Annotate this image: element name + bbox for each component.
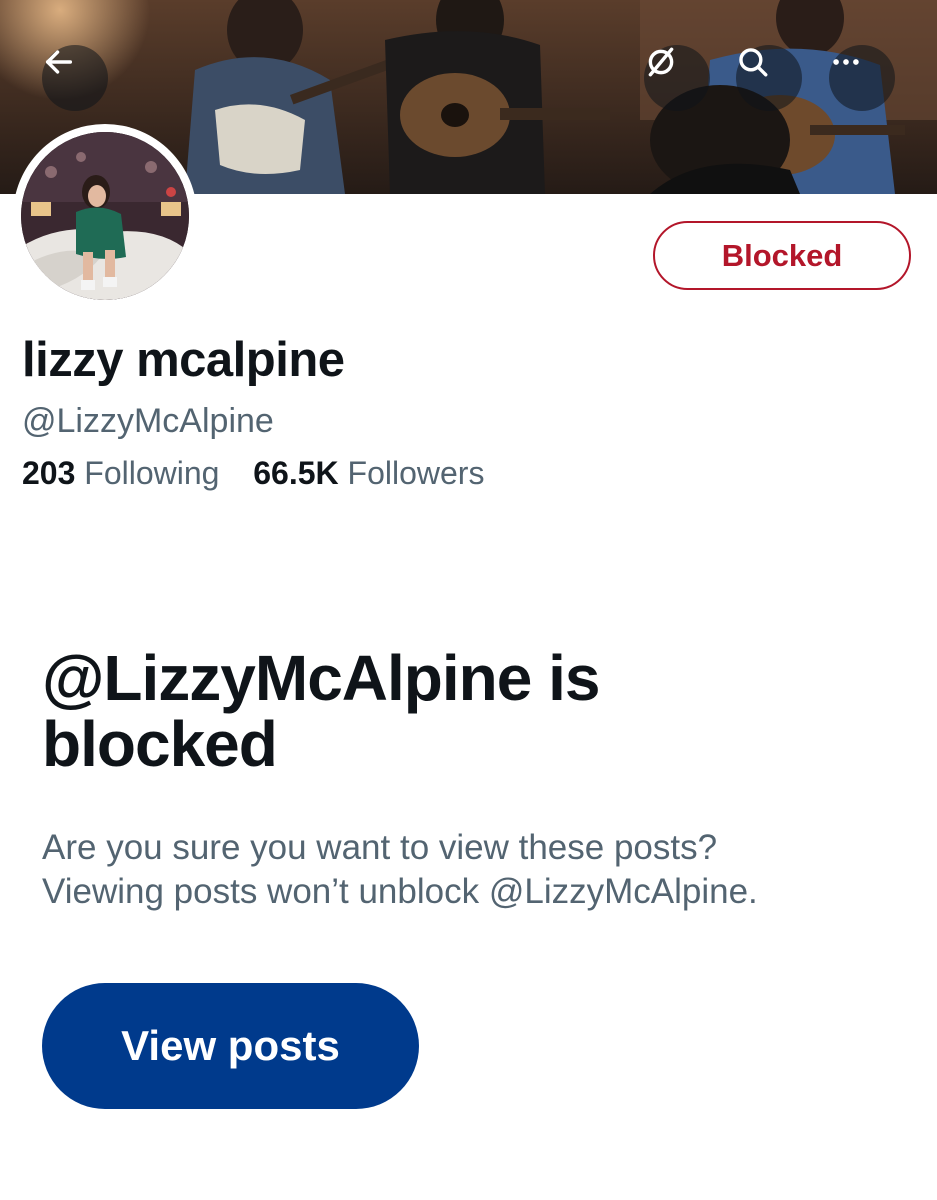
search-button[interactable] — [736, 45, 802, 111]
view-posts-button[interactable]: View posts — [42, 983, 419, 1109]
display-name: lizzy mcalpine — [22, 333, 345, 387]
profile-stats: 203 Following 66.5K Followers — [22, 455, 484, 492]
followers-count: 66.5K — [253, 455, 339, 491]
blocked-description-line-1: Are you sure you want to view these post… — [42, 828, 718, 867]
blocked-title-line-1: @LizzyMcAlpine is — [42, 642, 601, 714]
following-link[interactable]: 203 Following — [22, 455, 228, 491]
following-count: 203 — [22, 455, 76, 491]
blocked-description-line-2: Viewing posts won’t unblock @LizzyMcAlpi… — [42, 872, 758, 911]
blocked-title: @LizzyMcAlpine is blocked — [42, 645, 902, 777]
following-label: Following — [84, 455, 220, 491]
translate-button[interactable] — [644, 45, 710, 111]
user-handle: @LizzyMcAlpine — [22, 402, 274, 440]
more-button[interactable] — [829, 45, 895, 111]
back-button[interactable] — [42, 45, 108, 111]
avatar-frame[interactable] — [13, 124, 197, 308]
blocked-button[interactable]: Blocked — [653, 221, 911, 290]
avatar — [21, 132, 189, 300]
blocked-description: Are you sure you want to view these post… — [42, 826, 922, 914]
blocked-title-line-2: blocked — [42, 708, 278, 780]
followers-link[interactable]: 66.5K Followers — [253, 455, 484, 491]
followers-label: Followers — [347, 455, 485, 491]
